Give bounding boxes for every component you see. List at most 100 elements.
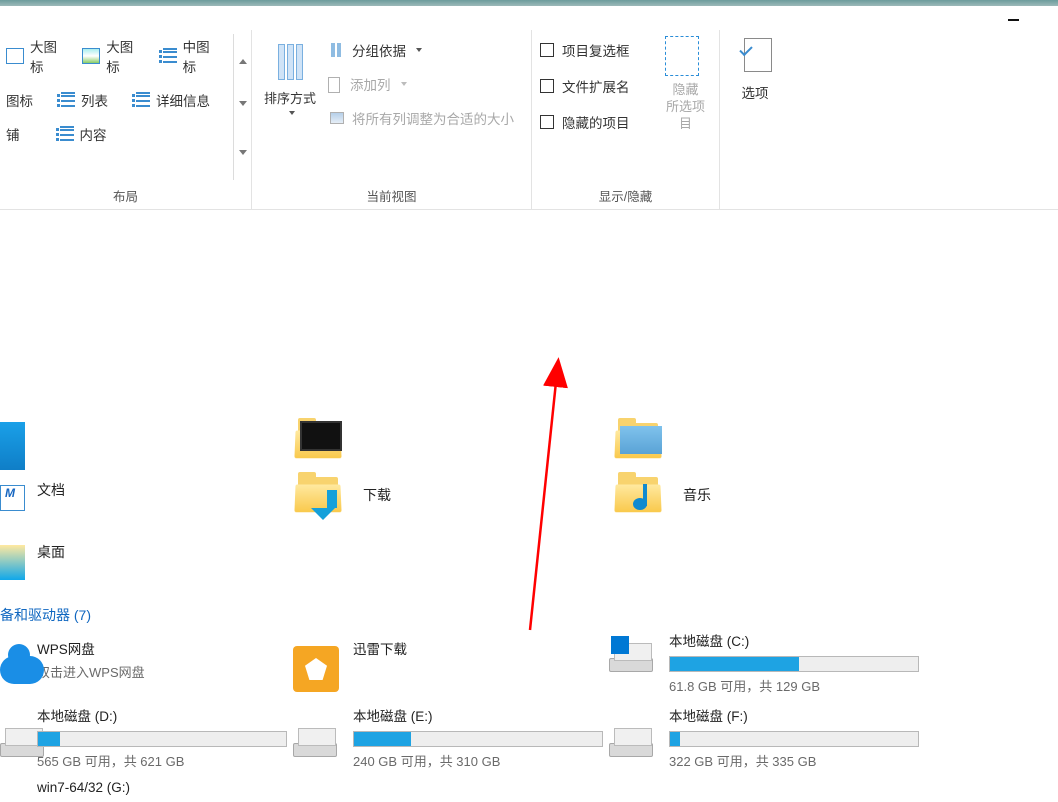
hidden-items-toggle[interactable]: 隐藏的项目 [540, 112, 660, 132]
sort-by-label: 排序方式 [264, 88, 316, 107]
drive-name: win7-64/32 (G:) [37, 780, 317, 795]
xunlei-icon [293, 646, 339, 692]
cloud-icon [0, 646, 44, 686]
drive-c[interactable]: 本地磁盘 (C:) 61.8 GB 可用，共 129 GB [669, 630, 949, 695]
hide-selected-button: 隐藏 所选项目 [660, 34, 711, 180]
size-columns-button: 将所有列调整为合适的大小 [326, 106, 516, 130]
ribbon: 大图标 大图标 中图标 图标 [0, 30, 1058, 210]
sort-by-button[interactable]: 排序方式 [260, 34, 326, 180]
item-checkboxes-toggle[interactable]: 项目复选框 [540, 40, 660, 60]
folder-videos[interactable] [295, 418, 575, 463]
folder-downloads[interactable]: 下载 [295, 472, 575, 517]
group-by-button[interactable]: 分组依据 [326, 38, 516, 62]
layout-label: 大图标 [30, 36, 70, 76]
more-chevron-icon [239, 150, 247, 155]
window-titlebar [0, 0, 1058, 30]
drive-wps-cloud[interactable]: WPS网盘 双击进入WPS网盘 [37, 638, 317, 681]
ribbon-group-show-hide: 项目复选框 文件扩展名 隐藏的项目 隐藏 所选项目 显示/隐藏 [532, 30, 720, 209]
hide-label-2: 所选项目 [666, 99, 705, 131]
layout-option-tiles[interactable]: 铺 [0, 122, 26, 146]
drive-f[interactable]: 本地磁盘 (F:) 322 GB 可用，共 335 GB [669, 705, 949, 770]
folder-name: 音乐 [683, 485, 711, 505]
layout-option-large-thumb[interactable]: 大图标 [0, 34, 76, 78]
group-by-label: 分组依据 [352, 40, 406, 60]
group-caption: 当前视图 [260, 180, 523, 209]
drive-g[interactable]: win7-64/32 (G:) [37, 780, 317, 795]
size-columns-label: 将所有列调整为合适的大小 [352, 108, 514, 128]
file-extensions-toggle[interactable]: 文件扩展名 [540, 76, 660, 96]
large-icon-icon [82, 48, 100, 64]
folder-name: 桌面 [37, 542, 65, 562]
layout-gallery-scroll[interactable] [233, 34, 251, 180]
layout-label: 内容 [80, 124, 107, 144]
devices-section-header[interactable]: 备和驱动器 (7) [0, 605, 91, 625]
medium-icon-icon [159, 48, 177, 64]
drive-name: 本地磁盘 (C:) [669, 630, 949, 650]
ribbon-group-options: 选项 [720, 30, 790, 209]
dropdown-arrow-icon [401, 82, 407, 86]
group-caption [728, 185, 782, 209]
drive-stats: 61.8 GB 可用，共 129 GB [669, 676, 949, 695]
drive-subtext: 双击进入WPS网盘 [37, 662, 317, 681]
hide-label-1: 隐藏 [672, 82, 698, 97]
add-columns-button: 添加列 [326, 72, 516, 96]
drive-d[interactable]: 本地磁盘 (D:) 565 GB 可用，共 621 GB [37, 705, 317, 770]
drive-icon [609, 723, 653, 759]
drive-name: 本地磁盘 (E:) [353, 705, 633, 725]
content-icon [56, 126, 74, 142]
layout-option-content[interactable]: 内容 [50, 122, 113, 146]
folder-music[interactable]: 音乐 [615, 472, 895, 517]
layout-label: 列表 [81, 90, 108, 110]
download-arrow-icon [318, 490, 346, 518]
folder-icon [295, 472, 345, 517]
group-by-icon [328, 42, 346, 58]
window-minimize-button[interactable] [998, 8, 1028, 32]
checkbox-label: 项目复选框 [562, 40, 630, 60]
folder-icon [615, 418, 665, 463]
layout-option-details[interactable]: 详细信息 [126, 88, 216, 112]
folder-item[interactable] [0, 422, 25, 470]
layout-option-large-icon[interactable]: 大图标 [76, 34, 152, 78]
folder-name: 下载 [363, 485, 391, 505]
folder-desktop[interactable]: 桌面 [37, 542, 317, 562]
layout-label: 图标 [6, 90, 33, 110]
layout-label: 详细信息 [156, 90, 210, 110]
window-frame-edge [0, 0, 1058, 6]
options-icon [738, 38, 772, 76]
dropdown-arrow-icon [289, 111, 295, 115]
ribbon-group-current-view: 排序方式 分组依据 添加列 将所有列调整为合适的大小 [252, 30, 532, 209]
video-reel-icon [300, 421, 342, 451]
layout-label: 中图标 [183, 36, 223, 76]
columns-icon [278, 44, 303, 80]
drive-stats: 240 GB 可用，共 310 GB [353, 751, 633, 770]
layout-option-icons[interactable]: 图标 [0, 88, 39, 112]
drive-usage-bar [669, 731, 919, 747]
picture-icon [620, 426, 662, 454]
add-columns-label: 添加列 [350, 74, 391, 94]
details-icon [132, 92, 150, 108]
drive-name: 本地磁盘 (F:) [669, 705, 949, 725]
drive-icon [609, 638, 653, 674]
music-note-icon [633, 484, 661, 512]
add-column-icon [328, 77, 344, 91]
fit-columns-icon [328, 110, 346, 126]
folder-desktop-icon-partial[interactable] [0, 545, 25, 580]
layout-label: 铺 [6, 124, 20, 144]
group-caption: 显示/隐藏 [540, 180, 711, 209]
layout-option-medium-icon[interactable]: 中图标 [153, 34, 229, 78]
folder-documents-icon-partial[interactable] [0, 485, 25, 511]
folder-pictures[interactable] [615, 418, 895, 463]
options-button[interactable]: 选项 [728, 34, 782, 185]
drive-e[interactable]: 本地磁盘 (E:) 240 GB 可用，共 310 GB [353, 705, 633, 770]
folder-documents[interactable]: 文档 [37, 480, 317, 500]
drive-xunlei[interactable]: 迅雷下载 [353, 638, 633, 658]
checkbox-label: 隐藏的项目 [562, 112, 630, 132]
hide-dashed-icon [665, 36, 699, 76]
checkbox-label: 文件扩展名 [562, 76, 630, 96]
large-thumb-icon [6, 48, 24, 64]
layout-option-list[interactable]: 列表 [51, 88, 114, 112]
folder-name: 文档 [37, 480, 65, 500]
folder-icon [295, 418, 345, 463]
drive-usage-bar [37, 731, 287, 747]
drive-name: WPS网盘 [37, 638, 317, 658]
